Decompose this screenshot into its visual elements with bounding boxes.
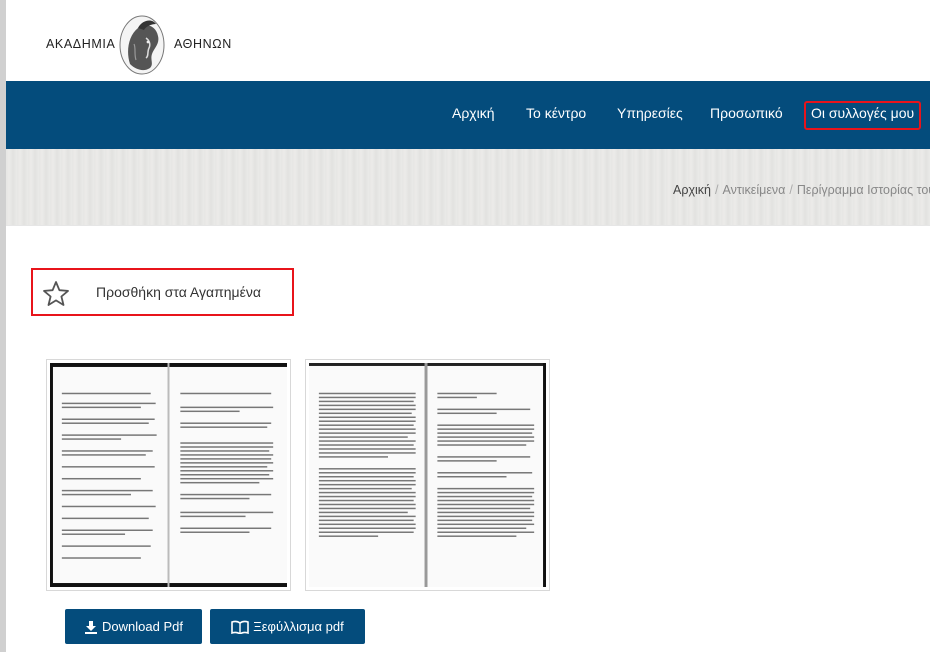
open-book-icon bbox=[231, 620, 250, 634]
main-navbar: Αρχική Το κέντρο Υπηρεσίες Προσωπικό Οι … bbox=[6, 81, 930, 149]
athena-head-emblem-icon bbox=[119, 15, 165, 75]
add-to-favorites-label: Προσθήκη στα Αγαπημένα bbox=[96, 284, 261, 300]
logo-text-academy: ΑΚΑΔΗΜΙΑ bbox=[46, 37, 116, 51]
breadcrumb-items[interactable]: Αντικείμενα bbox=[722, 183, 785, 197]
download-icon bbox=[85, 620, 98, 634]
page-banner: Αρχική / Αντικείμενα / Περίγραμμα Ιστορίας τ… bbox=[6, 149, 930, 226]
add-to-favorites-button[interactable]: Προσθήκη στα Αγαπημένα bbox=[31, 268, 294, 316]
flip-pdf-label: Ξεφύλλισμα pdf bbox=[253, 619, 344, 634]
nav-item-center[interactable]: Το κέντρο bbox=[526, 105, 586, 121]
breadcrumb: Αρχική / Αντικείμενα / Περίγραμμα Ιστορίας τ… bbox=[673, 183, 930, 197]
breadcrumb-current: Περίγραμμα Ιστορίας του bbox=[796, 183, 930, 197]
nav-item-services[interactable]: Υπηρεσίες bbox=[617, 105, 683, 121]
nav-item-home[interactable]: Αρχική bbox=[452, 105, 495, 121]
scanned-page-spread-2 bbox=[309, 363, 546, 587]
nav-item-staff[interactable]: Προσωπικό bbox=[710, 105, 783, 121]
download-pdf-button[interactable]: Download Pdf bbox=[65, 609, 202, 644]
breadcrumb-home[interactable]: Αρχική bbox=[673, 183, 711, 197]
download-pdf-label: Download Pdf bbox=[102, 619, 183, 634]
logo-text-athens: ΑΘΗΝΩΝ bbox=[174, 37, 232, 51]
breadcrumb-separator: / bbox=[789, 183, 793, 197]
flip-pdf-button[interactable]: Ξεφύλλισμα pdf bbox=[210, 609, 365, 644]
page-thumbnail-1[interactable] bbox=[46, 359, 291, 591]
star-outline-icon bbox=[43, 281, 69, 306]
scanned-page-spread-1 bbox=[50, 363, 287, 587]
site-logo[interactable]: ΑΚΑΔΗΜΙΑ ΑΘΗΝΩΝ bbox=[46, 14, 266, 76]
nav-item-my-collections[interactable]: Οι συλλογές μου bbox=[811, 105, 914, 121]
page-thumbnail-2[interactable] bbox=[305, 359, 550, 591]
breadcrumb-separator: / bbox=[715, 183, 719, 197]
